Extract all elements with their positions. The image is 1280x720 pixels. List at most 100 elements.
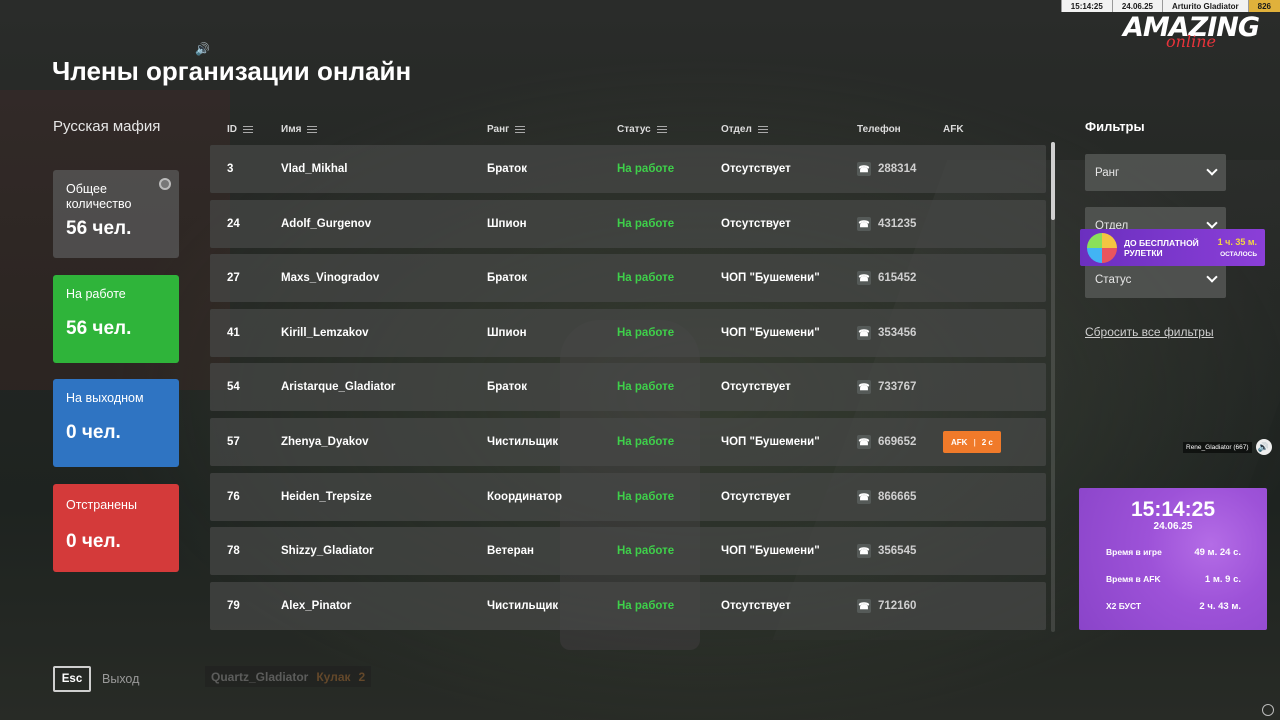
player-voice-tag: Rene_Gladiator (667) 🔊 <box>1183 439 1272 455</box>
roulette-banner[interactable]: ДО БЕСПЛАТНОЙ РУЛЕТКИ 1 ч. 35 м. ОСТАЛОС… <box>1080 229 1265 266</box>
sort-icon[interactable] <box>515 126 526 133</box>
game-time-label: Время в игре <box>1106 547 1162 557</box>
table-row[interactable]: 54 Aristarque_Gladiator Браток На работе Отс… <box>210 363 1046 411</box>
stat-card-off[interactable]: На выходном 0 чел. <box>53 379 179 467</box>
member-phone: ☎ 712160 <box>857 582 916 630</box>
member-rank: Ветеран <box>487 545 534 557</box>
hud-player-id: 826 <box>1247 0 1280 12</box>
member-status: На работе <box>617 218 675 230</box>
sort-icon[interactable] <box>656 126 667 133</box>
phone-icon[interactable]: ☎ <box>857 162 871 176</box>
phone-icon[interactable]: ☎ <box>857 544 871 558</box>
settings-icon[interactable] <box>1262 704 1274 716</box>
table-row[interactable]: 3 Vlad_Mikhal Браток На работе Отсутствует ☎ 2… <box>210 145 1046 193</box>
filter-rank-label: Ранг <box>1095 166 1120 179</box>
member-id: 27 <box>227 272 240 284</box>
boost-label: X2 БУСТ <box>1106 601 1142 611</box>
table-row[interactable]: 57 Zhenya_Dyakov Чистильщик На работе ЧОП "Б… <box>210 418 1046 466</box>
member-afk: AFK | 2 с <box>943 418 1001 466</box>
member-id: 41 <box>227 327 240 339</box>
member-id: 76 <box>227 491 240 503</box>
reset-filters-link[interactable]: Сбросить все фильтры <box>1085 325 1214 339</box>
stat-total-value: 56 чел. <box>66 218 132 239</box>
table-row[interactable]: 41 Kirill_Lemzakov Шпион На работе ЧОП "Буше… <box>210 309 1046 357</box>
filter-rank-select[interactable]: Ранг <box>1085 154 1226 191</box>
member-phone: ☎ 353456 <box>857 309 916 357</box>
afk-badge: AFK | 2 с <box>943 431 1001 453</box>
member-status: На работе <box>617 545 675 557</box>
table-row[interactable]: 27 Maxs_Vinogradov Браток На работе ЧОП "Буш… <box>210 254 1046 302</box>
header-dept[interactable]: Отдел <box>721 124 768 135</box>
header-status-label: Статус <box>617 124 651 135</box>
member-rank: Браток <box>487 272 527 284</box>
member-phone-number: 712160 <box>878 600 917 612</box>
member-name: Heiden_Trepsize <box>281 491 372 503</box>
phone-icon[interactable]: ☎ <box>857 599 871 613</box>
bottom-player-name: Quartz_Gladiator <box>211 669 309 684</box>
panel-clock: 15:14:25 <box>1130 498 1216 521</box>
member-name: Kirill_Lemzakov <box>281 327 369 339</box>
member-phone-number: 733767 <box>878 381 917 393</box>
hud-player: Arturito Gladiator <box>1161 0 1248 12</box>
member-rank: Браток <box>487 381 527 393</box>
member-status: На работе <box>617 491 675 503</box>
stat-card-working[interactable]: На работе 56 чел. <box>53 275 179 363</box>
member-name: Vlad_Mikhal <box>281 163 348 175</box>
member-status: На работе <box>617 327 675 339</box>
header-dept-label: Отдел <box>721 124 752 135</box>
header-rank-label: Ранг <box>487 124 510 135</box>
header-id[interactable]: ID <box>227 124 253 135</box>
header-id-label: ID <box>227 124 237 135</box>
exit-label[interactable]: Выход <box>102 672 139 686</box>
stat-card-suspended[interactable]: Отстранены 0 чел. <box>53 484 179 572</box>
header-rank[interactable]: Ранг <box>487 124 526 135</box>
afk-badge-time: 2 с <box>981 437 993 447</box>
member-dept: ЧОП "Бушемени" <box>721 327 820 339</box>
member-phone: ☎ 866665 <box>857 473 916 521</box>
stat-off-label: На выходном <box>66 391 144 405</box>
table-header: ID Имя Ранг Статус Отдел Телефон AFK <box>210 124 1046 140</box>
phone-icon[interactable]: ☎ <box>857 380 871 394</box>
member-rank: Шпион <box>487 327 527 339</box>
member-rank: Шпион <box>487 218 527 230</box>
member-rank: Браток <box>487 163 527 175</box>
member-dept: Отсутствует <box>721 163 791 175</box>
page-title: Члены организации онлайн <box>52 56 412 86</box>
stat-card-total[interactable]: Общее количество 56 чел. <box>53 170 179 258</box>
member-phone-number: 669652 <box>878 436 917 448</box>
member-dept: Отсутствует <box>721 218 791 230</box>
phone-icon[interactable]: ☎ <box>857 490 871 504</box>
scrollbar-thumb[interactable] <box>1051 142 1055 220</box>
table-row[interactable]: 78 Shizzy_Gladiator Ветеран На работе ЧОП "Б… <box>210 527 1046 575</box>
esc-button[interactable]: Esc <box>53 666 91 692</box>
phone-icon[interactable]: ☎ <box>857 326 871 340</box>
scrollbar[interactable] <box>1051 142 1055 632</box>
bottom-player-num: 2 <box>358 669 366 684</box>
filters-title: Фильтры <box>1085 119 1145 134</box>
member-id: 54 <box>227 381 240 393</box>
sort-icon[interactable] <box>757 126 768 133</box>
phone-icon[interactable]: ☎ <box>857 217 871 231</box>
member-name: Shizzy_Gladiator <box>281 545 374 557</box>
header-status[interactable]: Статус <box>617 124 667 135</box>
afk-time-row: Время в AFK 1 м. 9 с. <box>1106 574 1241 585</box>
member-phone-number: 431235 <box>878 218 917 230</box>
header-name-label: Имя <box>281 124 302 135</box>
hud-date: 24.06.25 <box>1111 0 1162 12</box>
table-row[interactable]: 76 Heiden_Trepsize Координатор На работе Отс… <box>210 473 1046 521</box>
bottom-player-rank: Кулак <box>316 669 351 684</box>
sort-icon[interactable] <box>307 126 318 133</box>
member-phone: ☎ 669652 <box>857 418 916 466</box>
member-id: 24 <box>227 218 240 230</box>
table-row[interactable]: 24 Adolf_Gurgenov Шпион На работе Отсутствуе… <box>210 200 1046 248</box>
phone-icon[interactable]: ☎ <box>857 435 871 449</box>
volume-icon[interactable]: 🔊 <box>1255 439 1272 455</box>
afk-badge-label: AFK <box>951 437 968 447</box>
table-row[interactable]: 79 Alex_Pinator Чистильщик На работе Отсутст… <box>210 582 1046 630</box>
member-phone: ☎ 733767 <box>857 363 916 411</box>
phone-icon[interactable]: ☎ <box>857 271 871 285</box>
roulette-time: 1 ч. 35 м. <box>1217 237 1257 247</box>
header-name[interactable]: Имя <box>281 124 318 135</box>
filter-status-select[interactable]: Статус <box>1085 261 1226 298</box>
sort-icon[interactable] <box>243 126 253 133</box>
